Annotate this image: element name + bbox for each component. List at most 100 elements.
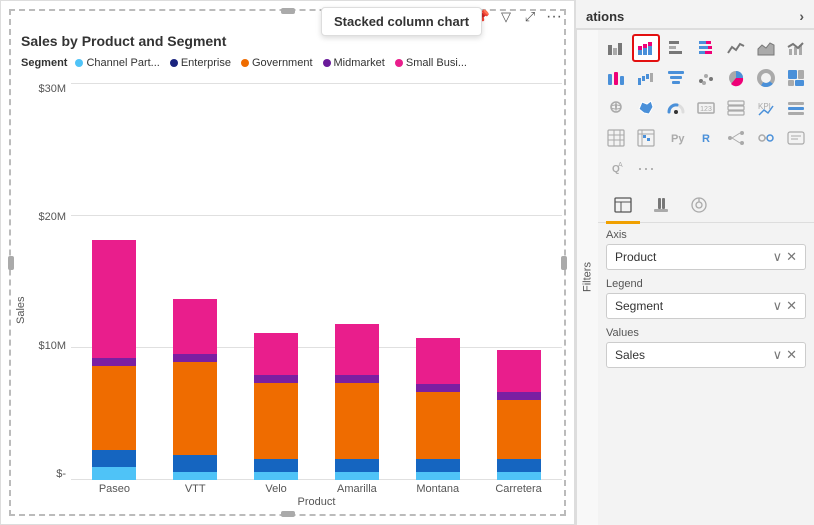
bar-segment[interactable]	[416, 338, 460, 384]
x-label: Carretera	[483, 483, 554, 495]
bar-segment[interactable]	[416, 459, 460, 472]
axis-chevron-icon[interactable]: ∨	[773, 249, 783, 265]
bar-segment[interactable]	[335, 375, 379, 383]
bar-segment[interactable]	[416, 392, 460, 459]
bar-group	[321, 83, 392, 480]
stacked-bar[interactable]	[254, 333, 298, 480]
field-wells: Axis Product ∨ ✕ Legend Segment	[598, 223, 814, 525]
bar-segment[interactable]	[254, 333, 298, 375]
line-chart-icon[interactable]	[722, 34, 750, 62]
stacked-bar[interactable]	[416, 337, 460, 480]
analytics-tab[interactable]	[682, 188, 716, 222]
bar-segment[interactable]	[173, 455, 217, 472]
filter-icon[interactable]: ▽	[498, 9, 514, 25]
bar-segment[interactable]	[335, 459, 379, 472]
values-chip-value: Sales	[615, 348, 645, 362]
slicer-icon[interactable]	[782, 94, 810, 122]
filters-label[interactable]: Filters	[576, 30, 598, 525]
bar-segment[interactable]	[335, 472, 379, 480]
legend-item-1: Enterprise	[170, 57, 231, 69]
bar-segment[interactable]	[173, 362, 217, 455]
more-options-icon[interactable]: ···	[546, 9, 562, 25]
axis-chip[interactable]: Product ∨ ✕	[606, 244, 806, 270]
stacked-bar-icon[interactable]	[692, 34, 720, 62]
bar-segment[interactable]	[173, 472, 217, 480]
legend-close-icon[interactable]: ✕	[786, 298, 797, 314]
kpi-icon[interactable]: KPI	[752, 94, 780, 122]
bar-segment[interactable]	[335, 324, 379, 375]
bar-segment[interactable]	[254, 375, 298, 383]
filled-map-icon[interactable]	[632, 94, 660, 122]
card-icon[interactable]: 123	[692, 94, 720, 122]
more-visuals-icon[interactable]: ···	[632, 154, 660, 182]
bar-segment[interactable]	[173, 299, 217, 354]
clustered-col-icon[interactable]	[602, 34, 630, 62]
line-clustered-icon[interactable]	[782, 34, 810, 62]
bar-segment[interactable]	[497, 350, 541, 392]
y-tick-2: $20M	[38, 211, 66, 223]
pie-chart-icon[interactable]	[722, 64, 750, 92]
bar-segment[interactable]	[254, 383, 298, 459]
bar-segment[interactable]	[92, 240, 136, 358]
donut-chart-icon[interactable]	[752, 64, 780, 92]
waterfall-icon[interactable]	[632, 64, 660, 92]
bar-segment[interactable]	[92, 358, 136, 366]
stacked-bar[interactable]	[335, 324, 379, 480]
matrix-icon[interactable]	[632, 124, 660, 152]
resize-bottom[interactable]	[281, 511, 295, 517]
bar-segment[interactable]	[416, 472, 460, 480]
legend-chip-actions: ∨ ✕	[773, 298, 797, 314]
bar-segment[interactable]	[416, 384, 460, 392]
legend-item-4: Small Busi...	[395, 57, 467, 69]
smart-narrative-icon[interactable]	[782, 124, 810, 152]
legend-chip[interactable]: Segment ∨ ✕	[606, 293, 806, 319]
legend-chevron-icon[interactable]: ∨	[773, 298, 783, 314]
legend-dot-4	[395, 59, 403, 67]
bar-segment[interactable]	[92, 366, 136, 450]
bar-segment[interactable]	[173, 354, 217, 362]
expand-icon[interactable]: ⤢	[522, 9, 538, 25]
treemap-icon[interactable]	[782, 64, 810, 92]
values-chip[interactable]: Sales ∨ ✕	[606, 342, 806, 368]
bar-group	[160, 83, 231, 480]
values-chevron-icon[interactable]: ∨	[773, 347, 783, 363]
bar-segment[interactable]	[497, 400, 541, 459]
map-icon[interactable]	[602, 94, 630, 122]
chart-type-grid: 123 KPI	[598, 30, 814, 184]
scatter-chart-icon[interactable]	[692, 64, 720, 92]
gauge-icon[interactable]	[662, 94, 690, 122]
bar-segment[interactable]	[92, 467, 136, 480]
bar-segment[interactable]	[497, 472, 541, 480]
legend-chip-value: Segment	[615, 299, 663, 313]
r-visual-icon[interactable]: R	[692, 124, 720, 152]
clustered-bar-icon[interactable]	[662, 34, 690, 62]
qa-visual-icon[interactable]: QA	[602, 154, 630, 182]
key-influencer-icon[interactable]	[752, 124, 780, 152]
py-visual-icon[interactable]: Py	[662, 124, 690, 152]
axis-close-icon[interactable]: ✕	[786, 249, 797, 265]
viz-header-chevron-icon[interactable]: ›	[799, 8, 804, 24]
resize-top[interactable]	[281, 8, 295, 14]
fields-tab[interactable]	[606, 188, 640, 222]
area-chart-icon[interactable]	[752, 34, 780, 62]
bar-segment[interactable]	[254, 459, 298, 472]
funnel-icon[interactable]	[662, 64, 690, 92]
stacked-bar[interactable]	[173, 299, 217, 480]
stacked-bar[interactable]	[92, 240, 136, 480]
format-tab[interactable]	[644, 188, 678, 222]
values-close-icon[interactable]: ✕	[786, 347, 797, 363]
legend-text-2: Government	[252, 57, 313, 69]
format-tabs	[598, 184, 814, 223]
ribbon-chart-icon[interactable]	[602, 64, 630, 92]
decomp-tree-icon[interactable]	[722, 124, 750, 152]
bar-segment[interactable]	[92, 450, 136, 467]
bar-segment[interactable]	[335, 383, 379, 459]
multi-row-card-icon[interactable]	[722, 94, 750, 122]
bar-segment[interactable]	[254, 472, 298, 480]
stacked-bar[interactable]	[497, 349, 541, 480]
stacked-col-icon[interactable]	[632, 34, 660, 62]
bar-segment[interactable]	[497, 459, 541, 472]
bar-segment[interactable]	[497, 392, 541, 400]
legend-dot-2	[241, 59, 249, 67]
table-icon[interactable]	[602, 124, 630, 152]
